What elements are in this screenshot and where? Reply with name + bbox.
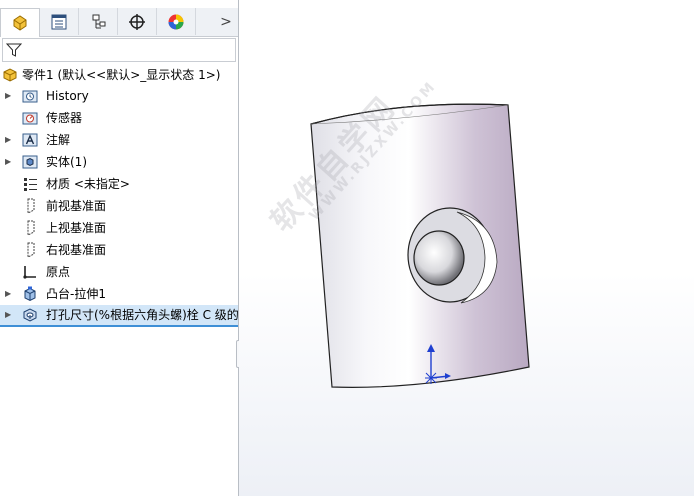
tab-configuration-manager[interactable] (79, 8, 118, 35)
tree-root-label: 零件1 (默认<<默认>_显示状态 1>) (22, 68, 221, 82)
tab-property-manager[interactable] (40, 8, 79, 35)
property-manager-icon (51, 14, 67, 29)
plane-icon (27, 220, 35, 236)
tree-item-label: 材质 <未指定> (46, 177, 130, 191)
tree-item-top-plane[interactable]: 上视基准面 (0, 217, 238, 239)
tree-item-solid-bodies[interactable]: ▶ 实体(1) (0, 151, 238, 173)
tree-item-origin[interactable]: 原点 (0, 261, 238, 283)
tab-feature-manager[interactable] (0, 8, 40, 37)
part-icon (3, 68, 17, 82)
plane-icon (27, 198, 35, 214)
tree-item-label: 前视基准面 (46, 199, 107, 213)
part-model[interactable] (239, 0, 694, 496)
tree-item-front-plane[interactable]: 前视基准面 (0, 195, 238, 217)
tree-item-label: 原点 (46, 265, 71, 279)
display-manager-icon (168, 14, 184, 29)
feature-manager-icon (13, 15, 27, 31)
dimxpert-icon (129, 13, 145, 30)
feature-manager-panel: > 零件1 (默认<<默认>_显示状态 1>) ▶ History 传感器 ▶ … (0, 0, 239, 496)
tree-item-label: 实体(1) (46, 155, 87, 169)
solid-bodies-icon (22, 155, 38, 169)
origin-icon (23, 266, 36, 279)
tree-root-part[interactable]: 零件1 (默认<<默认>_显示状态 1>) (0, 64, 238, 85)
tree-filter-input[interactable] (2, 38, 236, 62)
manager-tabs: > (0, 8, 238, 37)
tree-item-material[interactable]: 材质 <未指定> (0, 173, 238, 195)
tree-item-label: 凸台-拉伸1 (46, 287, 106, 301)
tree-item-label: 右视基准面 (46, 243, 107, 257)
hole-wizard-icon (23, 308, 37, 322)
tree-item-history[interactable]: ▶ History (0, 85, 238, 107)
tree-item-label: History (46, 89, 89, 103)
tab-dimxpert[interactable] (118, 8, 157, 35)
filter-icon (6, 43, 22, 57)
material-icon (24, 178, 37, 191)
expand-arrow-icon[interactable]: ▶ (5, 283, 13, 305)
annotation-icon (22, 133, 38, 147)
tabs-more-button[interactable]: > (214, 8, 238, 36)
tree-item-annotations[interactable]: ▶ 注解 (0, 129, 238, 151)
tree-item-label: 注解 (46, 133, 71, 147)
feature-tree: 零件1 (默认<<默认>_显示状态 1>) ▶ History 传感器 ▶ 注解… (0, 64, 239, 327)
tree-item-label: 传感器 (46, 111, 83, 125)
boss-extrude-icon (24, 286, 36, 302)
tree-item-sensors[interactable]: 传感器 (0, 107, 238, 129)
plane-icon (27, 242, 35, 258)
graphics-viewport[interactable] (239, 0, 694, 496)
tree-item-hole-wizard[interactable]: ▶ 打孔尺寸(%根据六角头螺)栓 C 级的 (0, 305, 239, 327)
expand-arrow-icon[interactable]: ▶ (5, 129, 13, 151)
tree-item-boss-extrude[interactable]: ▶ 凸台-拉伸1 (0, 283, 238, 305)
tab-display-manager[interactable] (157, 8, 196, 35)
expand-arrow-icon[interactable]: ▶ (5, 85, 13, 107)
tree-item-label: 上视基准面 (46, 221, 107, 235)
tree-item-label: 打孔尺寸(%根据六角头螺)栓 C 级的 (46, 308, 239, 322)
tree-item-right-plane[interactable]: 右视基准面 (0, 239, 238, 261)
history-icon (22, 90, 38, 103)
expand-arrow-icon[interactable]: ▶ (5, 151, 13, 173)
sensor-icon (22, 112, 38, 125)
configuration-manager-icon (92, 14, 106, 28)
expand-arrow-icon[interactable]: ▶ (5, 305, 13, 327)
